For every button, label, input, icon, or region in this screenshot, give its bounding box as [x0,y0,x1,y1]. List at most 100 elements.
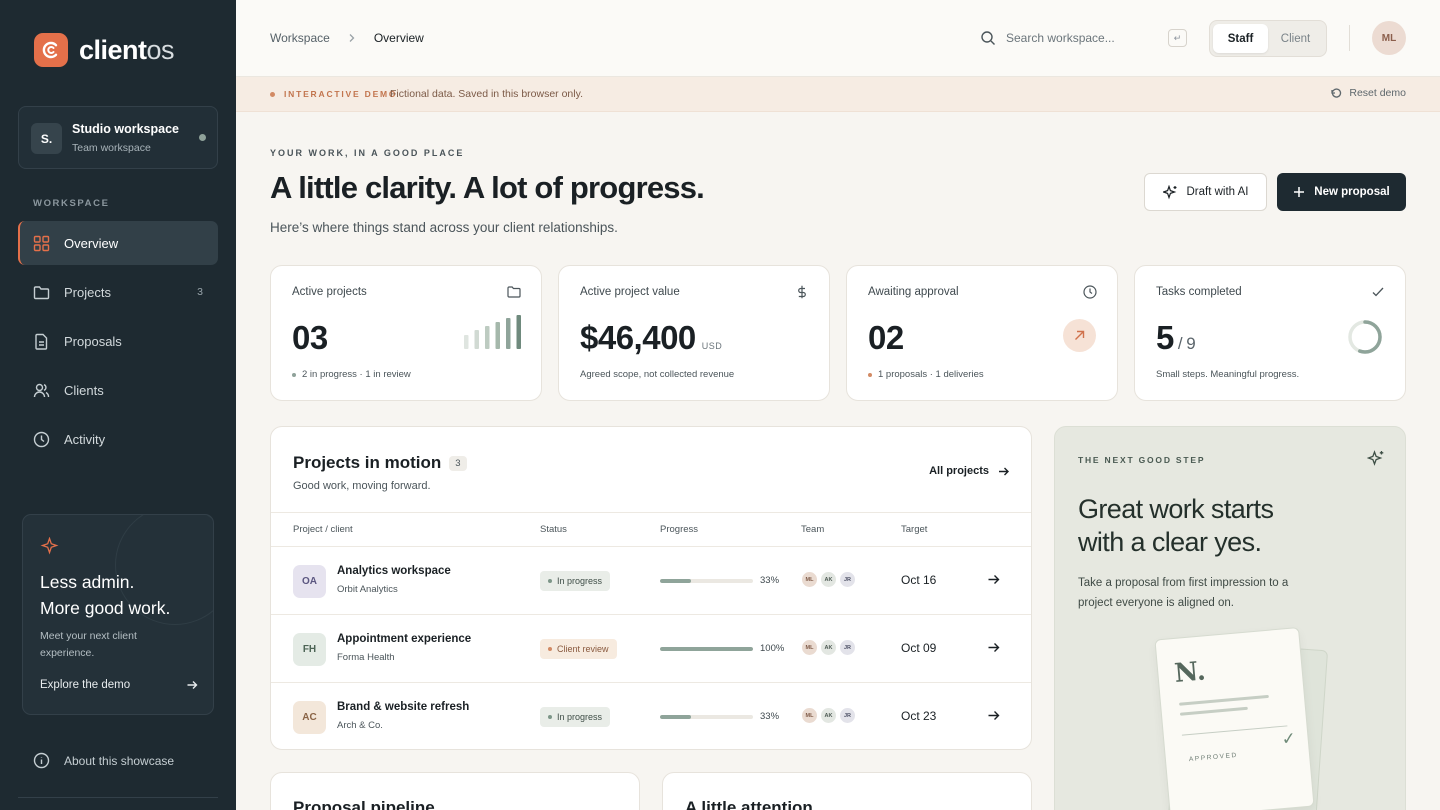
folder-icon [507,286,521,298]
sidebar-item-count: 3 [197,286,203,298]
progress-label: 33% [760,575,780,586]
project-client: Orbit Analytics [337,584,398,595]
folder-icon [33,285,50,299]
progress-label: 33% [760,711,780,722]
sidebar-item-label: Overview [64,235,119,251]
card-title: A little attention [685,798,813,810]
enter-key-icon: ↵ [1168,29,1187,47]
column-header[interactable]: Project / client [293,524,353,535]
draft-with-ai-button[interactable]: Draft with AI [1144,173,1267,211]
sidebar-item-clients[interactable]: Clients [18,368,218,412]
sidebar-item-projects[interactable]: Projects 3 [18,270,218,314]
approved-paper-illustration: N. APPROVED ✓ [1154,627,1315,810]
top-header: Workspace Overview Search workspace... ↵… [236,0,1440,77]
sparkle-icon [40,537,59,555]
sidebar-item-proposals[interactable]: Proposals [18,319,218,363]
team-avatar: ML [801,639,818,656]
progress-ring-icon [1348,320,1382,354]
sidebar-item-overview[interactable]: Overview [18,221,218,265]
team-avatar: AK [820,571,837,588]
stat-value: 02 [868,319,904,356]
target-date: Oct 23 [901,709,937,723]
project-name: Analytics workspace [337,565,451,577]
page-subtitle: Here’s where things stand across your cl… [270,220,618,235]
column-header[interactable]: Team [801,524,824,535]
checkmark-icon: ✓ [1280,728,1297,749]
projects-count-badge: 3 [449,455,467,471]
sidebar-item-label: Proposals [64,333,122,349]
sidebar-nav: Overview Projects 3 Proposals Clients Ac… [18,221,218,466]
status-badge: In progress [540,707,611,727]
sidebar-divider [18,797,218,798]
stat-label: Awaiting approval [868,286,959,298]
reset-icon [1331,88,1342,98]
breadcrumb-workspace[interactable]: Workspace [270,31,330,45]
table-row[interactable]: FH Appointment experience Forma Health Clie… [271,615,1031,683]
users-icon [33,383,50,397]
breadcrumb: Workspace Overview [270,31,424,45]
promo-description: Meet your next client experience. [40,630,137,659]
stat-note: 1 proposals · 1 deliveries [868,369,984,380]
progress-bar [660,647,753,651]
sparkle-icon [1367,450,1384,466]
brand-logo[interactable]: clientos [34,33,175,67]
project-client: Arch & Co. [337,720,383,731]
page-title: A little clarity. A lot of progress. [270,170,705,205]
team-avatar: AK [820,639,837,656]
sidebar: clientos S. Studio workspace Team worksp… [0,0,236,810]
stat-card-active-projects[interactable]: Active projects 03 2 in progress · 1 in … [270,265,542,401]
team-avatar: JR [839,639,856,656]
project-badge: OA [293,565,326,598]
stat-card-project-value[interactable]: Active project value $46,400 USD Agreed s… [558,265,830,401]
search-icon [981,31,995,45]
toggle-client[interactable]: Client [1268,24,1323,53]
progress-label: 100% [760,643,785,654]
demo-tag: INTERACTIVE DEMO [284,89,398,99]
stat-card-tasks-completed[interactable]: Tasks completed 5/ 9 Small steps. Meanin… [1134,265,1406,401]
explore-demo-link[interactable]: Explore the demo [40,679,198,691]
bar-chart-icon [464,315,521,349]
team-avatars: ML AK JR [801,571,856,588]
progress-fill [660,715,691,719]
toggle-staff[interactable]: Staff [1213,24,1268,53]
team-avatar: AK [820,707,837,724]
table-row[interactable]: AC Brand & website refresh Arch & Co. In pr… [271,683,1031,749]
paper-line [1181,725,1288,736]
reset-demo-button[interactable]: Reset demo [1330,87,1406,99]
demo-text: Fictional data. Saved in this browser on… [390,88,583,100]
paper-stamp: APPROVED [1188,751,1239,764]
column-header[interactable]: Status [540,524,567,535]
user-avatar[interactable]: ML [1372,21,1406,55]
card-title: Proposal pipeline [293,798,435,810]
new-proposal-button[interactable]: New proposal [1277,173,1406,211]
row-arrow-icon[interactable] [987,641,1000,659]
workspace-name: Studio workspace [72,122,179,136]
team-avatar: ML [801,707,818,724]
arrow-right-icon [187,681,198,689]
search-bar[interactable]: Search workspace... ↵ [980,26,1187,50]
workspace-switcher[interactable]: S. Studio workspace Team workspace [18,106,218,169]
stat-card-awaiting-approval[interactable]: Awaiting approval 02 1 proposals · 1 del… [846,265,1118,401]
logo-icon [34,33,68,67]
document-icon [35,333,48,350]
workspace-subtitle: Team workspace [72,142,151,154]
row-arrow-icon[interactable] [987,573,1000,591]
workspace-status-dot [199,134,206,141]
grid-icon [33,235,50,251]
info-icon [33,752,50,769]
sidebar-item-activity[interactable]: Activity [18,417,218,461]
dollar-icon [798,285,806,299]
next-step-description: Take a proposal from first impression to… [1078,577,1289,609]
row-arrow-icon[interactable] [987,709,1000,727]
team-avatars: ML AK JR [801,639,856,656]
table-row[interactable]: OA Analytics workspace Orbit Analytics In p… [271,547,1031,615]
column-header[interactable]: Progress [660,524,698,535]
nav-heading: WORKSPACE [33,198,110,209]
about-showcase-link[interactable]: About this showcase [33,752,174,769]
all-projects-link[interactable]: All projects [929,465,1009,477]
projects-title: Projects in motion 3 [293,453,467,473]
search-input[interactable]: Search workspace... [1006,31,1158,45]
sidebar-item-label: Clients [64,382,104,398]
column-header[interactable]: Target [901,524,927,535]
view-toggle: Staff Client [1209,20,1327,57]
